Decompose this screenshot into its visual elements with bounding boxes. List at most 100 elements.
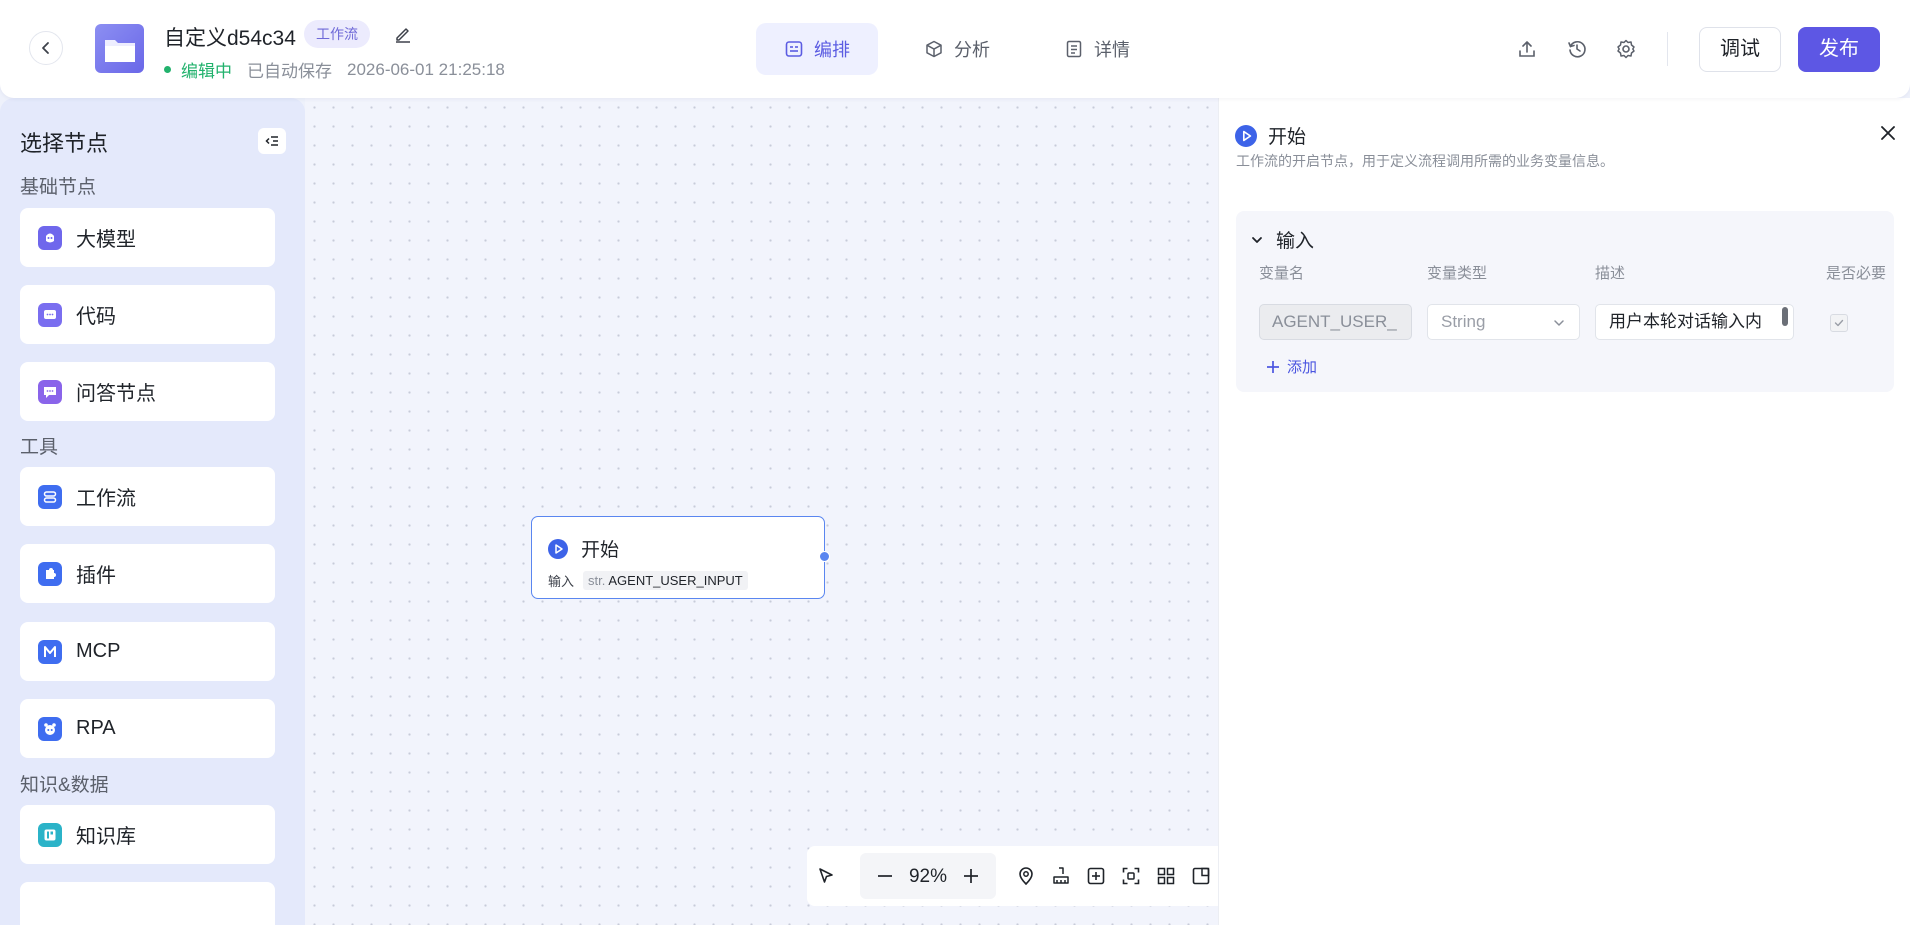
node-item-label: 大模型 xyxy=(76,229,136,251)
variable-type-value: String xyxy=(1441,312,1486,331)
debug-button[interactable]: 调试 xyxy=(1699,27,1781,72)
tab-orchestrate[interactable]: 编排 xyxy=(756,23,878,75)
node-item-qa[interactable]: 问答节点 xyxy=(20,362,275,421)
collapse-sidebar-button[interactable] xyxy=(258,128,286,154)
cube-icon xyxy=(924,39,944,59)
workflow-icon xyxy=(38,484,62,509)
main-tabs: 编排 分析 详情 xyxy=(756,23,1176,75)
play-icon xyxy=(1235,124,1257,147)
llm-icon xyxy=(38,225,62,250)
workflow-canvas[interactable]: 开始 输入 str. AGENT_USER_INPUT 92% xyxy=(305,98,1223,925)
node-item-label: MCP xyxy=(76,640,121,662)
scrollbar-thumb[interactable] xyxy=(1782,307,1788,326)
close-icon[interactable] xyxy=(1877,122,1899,144)
input-section-title: 输入 xyxy=(1276,231,1315,252)
node-item-code[interactable]: 代码 xyxy=(20,285,275,344)
chevron-left-icon xyxy=(42,42,49,54)
node-item-mcp[interactable]: MCP xyxy=(20,622,275,681)
variable-description-value: 用户本轮对话输入内 xyxy=(1609,312,1762,331)
output-handle[interactable] xyxy=(819,551,830,562)
add-variable-button[interactable]: 添加 xyxy=(1265,356,1317,377)
upload-icon[interactable] xyxy=(1516,38,1538,60)
top-header: 自定义d54c34 工作流 编辑中 已自动保存 2026-06-01 21:25… xyxy=(0,0,1910,98)
chevron-down-icon xyxy=(1554,320,1564,326)
tab-analysis[interactable]: 分析 xyxy=(896,23,1018,75)
grid-layout-icon[interactable] xyxy=(1155,865,1177,887)
add-node-icon[interactable] xyxy=(1085,865,1107,887)
plus-icon xyxy=(1267,360,1279,373)
node-item-label: RPA xyxy=(76,717,116,739)
node-item-knowledge[interactable]: 知识库 xyxy=(20,805,275,864)
zoom-level: 92% xyxy=(908,866,948,887)
zoom-out-icon[interactable] xyxy=(874,865,896,887)
chevron-down-icon xyxy=(1252,236,1262,243)
node-config-panel: 开始 工作流的开启节点，用于定义流程调用所需的业务变量信息。 输入 变量名 变量… xyxy=(1218,98,1910,925)
pointer-icon[interactable] xyxy=(815,865,837,887)
start-node-input-row: 输入 str. AGENT_USER_INPUT xyxy=(548,571,748,590)
variable-name: AGENT_USER_INPUT xyxy=(608,573,743,588)
start-node-header: 开始 xyxy=(548,535,619,562)
collapse-icon xyxy=(265,136,278,146)
input-label: 输入 xyxy=(548,574,575,589)
start-node[interactable]: 开始 输入 str. AGENT_USER_INPUT xyxy=(531,516,830,599)
play-icon xyxy=(548,538,568,559)
sidebar-title: 选择节点 xyxy=(20,131,109,156)
check-icon xyxy=(1834,319,1844,327)
variable-chip: str. AGENT_USER_INPUT xyxy=(583,571,748,590)
node-item-label: 代码 xyxy=(76,306,116,328)
column-header-required: 是否必要 xyxy=(1826,265,1887,282)
tab-details[interactable]: 详情 xyxy=(1036,23,1158,75)
type-badge: 工作流 xyxy=(304,20,370,48)
save-timestamp: 2026-06-01 21:25:18 xyxy=(347,59,505,79)
layout-icon xyxy=(784,39,804,59)
fit-view-icon[interactable] xyxy=(1120,865,1142,887)
broom-icon[interactable] xyxy=(1050,865,1072,887)
knowledge-icon xyxy=(38,822,62,847)
edit-icon[interactable] xyxy=(393,24,413,44)
qa-icon xyxy=(38,379,62,404)
history-icon[interactable] xyxy=(1566,38,1588,60)
node-item-llm[interactable]: 大模型 xyxy=(20,208,275,267)
variable-type-select: String xyxy=(1427,304,1580,340)
column-header-type: 变量类型 xyxy=(1427,265,1488,282)
tab-label: 详情 xyxy=(1094,40,1130,60)
start-node-title: 开始 xyxy=(581,540,620,561)
header-divider xyxy=(1667,32,1668,66)
status-dot xyxy=(164,66,171,73)
panel-title: 开始 xyxy=(1268,127,1307,148)
status-row: 编辑中 已自动保存 2026-06-01 21:25:18 xyxy=(164,57,505,82)
node-item-label: 插件 xyxy=(76,565,116,587)
panel-description: 工作流的开启节点，用于定义流程调用所需的业务变量信息。 xyxy=(1236,153,1614,169)
minimap-icon[interactable] xyxy=(1190,865,1212,887)
section-label-tools: 工具 xyxy=(20,437,59,458)
input-section: 输入 变量名 变量类型 描述 是否必要 AGENT_USER_ String 用… xyxy=(1236,211,1894,392)
column-header-name: 变量名 xyxy=(1259,265,1305,282)
code-icon xyxy=(38,302,62,327)
publish-button[interactable]: 发布 xyxy=(1798,27,1880,72)
node-item-label: 知识库 xyxy=(76,826,136,848)
mcp-icon xyxy=(38,639,62,664)
node-item-rpa[interactable]: RPA xyxy=(20,699,275,758)
autosave-text: 已自动保存 xyxy=(247,62,332,81)
gear-icon[interactable] xyxy=(1615,38,1637,60)
tab-label: 分析 xyxy=(954,40,990,60)
input-section-header[interactable]: 输入 xyxy=(1250,226,1314,253)
section-label-basic: 基础节点 xyxy=(20,177,97,198)
location-icon[interactable] xyxy=(1015,865,1037,887)
add-variable-label: 添加 xyxy=(1287,359,1318,376)
zoom-in-icon[interactable] xyxy=(960,865,982,887)
node-item-label: 问答节点 xyxy=(76,383,156,405)
back-button[interactable] xyxy=(29,31,63,65)
panel-header: 开始 xyxy=(1235,122,1306,149)
workflow-title: 自定义d54c34 xyxy=(164,27,296,50)
variable-description-field[interactable]: 用户本轮对话输入内 xyxy=(1595,304,1794,340)
node-item-workflow[interactable]: 工作流 xyxy=(20,467,275,526)
node-sidebar: 选择节点 基础节点 大模型 代码 问答节点 工具 工作流 插件 MCP RPA … xyxy=(0,98,305,925)
required-checkbox xyxy=(1830,314,1848,332)
node-item-partial[interactable] xyxy=(20,882,275,925)
status-text: 编辑中 xyxy=(181,62,232,81)
section-label-knowledge: 知识&数据 xyxy=(20,775,109,796)
variable-type: str. xyxy=(588,573,606,588)
variable-name-field: AGENT_USER_ xyxy=(1259,304,1412,340)
node-item-plugin[interactable]: 插件 xyxy=(20,544,275,603)
